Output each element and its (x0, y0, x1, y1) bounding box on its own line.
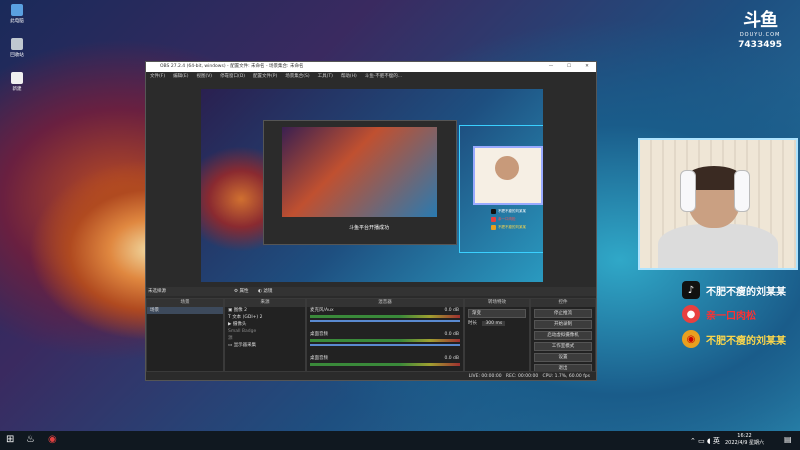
source-item[interactable]: ▣ 图像 2 (225, 307, 305, 314)
duration-label: 时长 (468, 321, 477, 326)
scene-item[interactable]: 场景 (147, 307, 223, 314)
volume-meter (310, 339, 460, 342)
channel-level: 0.0 dB (444, 356, 459, 361)
weibo-icon (491, 224, 496, 230)
room-id: 7433495 (738, 40, 782, 50)
channel-level: 0.0 dB (444, 308, 459, 313)
obs-preview[interactable]: 斗鱼平台开播成功 不肥不瘦的刘某某 亲一口肉松 不肥不瘦的刘某某 (201, 89, 543, 282)
preview-social-list: 不肥不瘦的刘某某 亲一口肉松 不肥不瘦的刘某某 (491, 207, 526, 231)
notification-icon[interactable]: ▤ (784, 435, 792, 444)
file-icon (11, 72, 23, 84)
channel-level: 0.0 dB (444, 332, 459, 337)
douyu-fish-icon: ● (682, 305, 700, 323)
properties-button[interactable]: ⚙ 属性 (234, 287, 248, 296)
weibo-icon: ◉ (682, 330, 700, 348)
transition-select[interactable]: 渐变 (468, 309, 526, 318)
preview-caption: 斗鱼平台开播成功 (349, 225, 390, 231)
menu-docks[interactable]: 停靠窗口(D) (220, 72, 245, 81)
window-title: OBS 27.2.4 (64-bit, windows) - 配置文件: 未命名… (160, 64, 304, 69)
steam-icon[interactable]: ♨ (26, 434, 35, 445)
studio-mode-button[interactable]: 工作室模式 (534, 342, 592, 351)
start-recording-button[interactable]: 开始录制 (534, 320, 592, 329)
recursive-obs-preview: 斗鱼平台开播成功 (263, 120, 457, 245)
headphone-left (680, 170, 696, 212)
sources-dock: 来源 ▣ 图像 2 T 文本 (GDI+) 2 ▶ 摄像头 Small Badg… (224, 298, 306, 380)
social-item: ♪ 不肥不瘦的刘某某 (682, 281, 786, 299)
source-item[interactable]: ▶ 摄像头 (225, 321, 305, 328)
menu-douyu[interactable]: 斗鱼·不肥不瘦的... (365, 72, 402, 81)
settings-button[interactable]: 设置 (534, 353, 592, 362)
scenes-dock-title: 场景 (147, 299, 223, 307)
volume-meter (310, 315, 460, 318)
menu-profile[interactable]: 配置文件(P) (253, 72, 277, 81)
mixer-channel: 桌面音频 0.0 dB (307, 331, 463, 355)
preview-webcam (473, 146, 543, 205)
transitions-dock-title: 转场特效 (465, 299, 529, 307)
headphone-right (734, 170, 750, 212)
menu-view[interactable]: 视图(V) (196, 72, 212, 81)
status-bar: LIVE: 00:00:00 REC: 00:00:00 CPU: 1.7%, … (146, 371, 596, 380)
channel-name: 麦克风/Aux (310, 308, 334, 313)
controls-dock-title: 控件 (531, 299, 595, 307)
recycle-bin-icon (11, 38, 23, 50)
source-toolbar: 未选择源 ⚙ 属性 ◐ 滤镜 (146, 287, 596, 296)
maximize-icon[interactable]: ☐ (560, 62, 578, 72)
desktop-icon-recycle-bin[interactable]: 回收站 (2, 38, 32, 58)
channel-name: 桌面音频 (310, 356, 328, 361)
social-item: ● 亲一口肉松 (682, 305, 756, 323)
tiktok-icon (491, 208, 496, 214)
scenes-dock: 场景 场景 + − ▴ ▾ (146, 298, 224, 380)
cpu-status: CPU: 1.7%, 60.00 fps (542, 374, 591, 379)
menu-help[interactable]: 帮助(H) (341, 72, 357, 81)
stop-streaming-button[interactable]: 停止推流 (534, 309, 592, 318)
menu-tools[interactable]: 工具(T) (318, 72, 333, 81)
sources-dock-title: 来源 (225, 299, 305, 307)
filters-button[interactable]: ◐ 滤镜 (258, 287, 272, 296)
controls-dock: 控件 停止推流 开始录制 启动虚拟摄像机 工作室模式 设置 退出 (530, 298, 596, 380)
mixer-channel: 麦克风/Aux 0.0 dB (307, 307, 463, 331)
obs-titlebar[interactable]: OBS 27.2.4 (64-bit, windows) - 配置文件: 未命名… (146, 62, 596, 72)
source-item[interactable]: ▭ 显示器采集 (225, 342, 305, 349)
webcam-overlay (638, 138, 798, 270)
douyu-fish-icon (491, 216, 496, 222)
volume-slider[interactable] (310, 320, 460, 322)
desktop-icon-new-file[interactable]: 新建 (2, 72, 32, 92)
obs-window[interactable]: OBS 27.2.4 (64-bit, windows) - 配置文件: 未命名… (145, 61, 597, 381)
taskbar: ⊞ ♨ ◉ ⌃ ▭ ◖ 英 16:22 2022/4/9 星期六 ▤ (0, 431, 800, 450)
source-item[interactable]: T 文本 (GDI+) 2 (225, 314, 305, 321)
douyu-logo: 斗鱼 DOUYU.COM 7433495 (738, 10, 782, 50)
close-icon[interactable]: ✕ (578, 62, 596, 72)
tiktok-icon: ♪ (682, 281, 700, 299)
obs-taskbar-icon[interactable]: ◉ (48, 434, 57, 445)
rec-status: REC: 00:00:00 (505, 374, 539, 379)
source-item[interactable]: Small Badge (225, 328, 305, 335)
menu-edit[interactable]: 编辑(E) (173, 72, 188, 81)
computer-icon (11, 4, 23, 16)
start-button[interactable]: ⊞ (6, 434, 14, 445)
source-item[interactable]: 源 (225, 335, 305, 342)
minimize-icon[interactable]: — (542, 62, 560, 72)
mixer-dock-title: 混音器 (307, 299, 463, 307)
channel-name: 桌面音频 (310, 332, 328, 337)
social-item: ◉ 不肥不瘦的刘某某 (682, 330, 786, 348)
live-status: LIVE: 00:00:00 (468, 374, 502, 379)
menu-scene-collection[interactable]: 场景集合(S) (285, 72, 309, 81)
volume-meter (310, 363, 460, 366)
selected-source-label: 未选择源 (148, 289, 166, 294)
duration-input[interactable]: 300 ms (482, 321, 506, 326)
start-virtual-camera-button[interactable]: 启动虚拟摄像机 (534, 331, 592, 340)
menu-file[interactable]: 文件(F) (150, 72, 165, 81)
volume-slider[interactable] (310, 344, 460, 346)
clock[interactable]: 16:22 2022/4/9 星期六 (725, 433, 764, 447)
tray-icons[interactable]: ⌃ ▭ ◖ 英 (690, 436, 720, 446)
menu-bar: 文件(F) 编辑(E) 视图(V) 停靠窗口(D) 配置文件(P) 场景集合(S… (146, 72, 596, 81)
mixer-dock: 混音器 麦克风/Aux 0.0 dB 桌面音频 0.0 dB 桌面音频 0.0 … (306, 298, 464, 380)
desktop-icon-this-pc[interactable]: 此电脑 (2, 4, 32, 24)
transitions-dock: 转场特效 渐变 时长 300 ms (464, 298, 530, 380)
